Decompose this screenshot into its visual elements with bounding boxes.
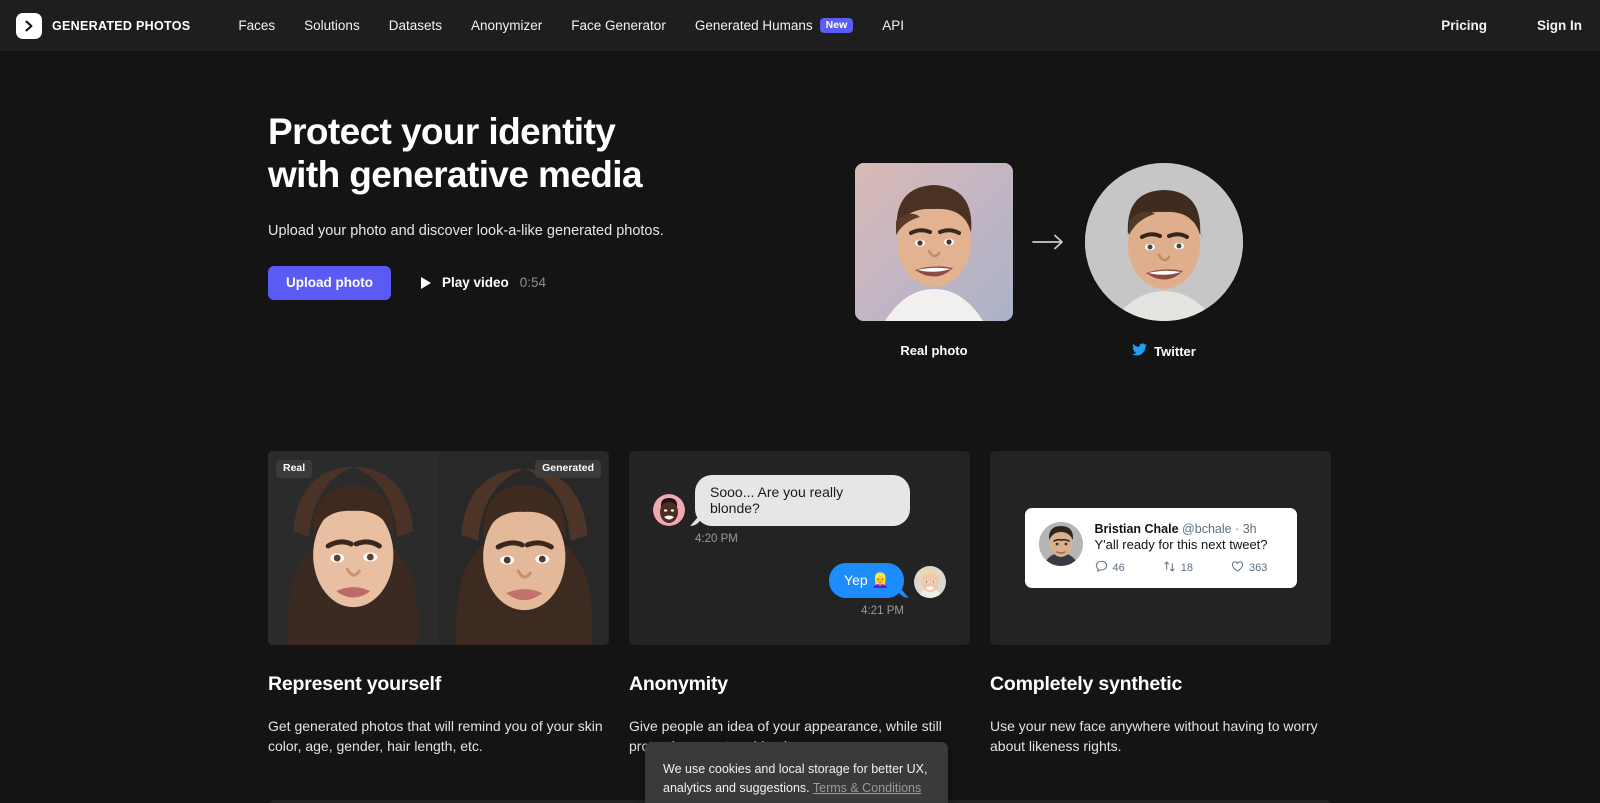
tweet-avatar (1038, 522, 1083, 566)
page-body: Protect your identity with generative me… (0, 51, 1600, 803)
video-duration: 0:54 (519, 275, 547, 291)
tweet-separator: · (1235, 522, 1240, 536)
tweet-like-count: 363 (1249, 562, 1268, 574)
nav-item-generated-humans[interactable]: Generated Humans New (694, 17, 854, 34)
chat-bubble-outgoing: Yep 👱‍♀️ (829, 563, 904, 599)
terms-and-conditions-link[interactable]: Terms & Conditions (813, 781, 921, 795)
chat-row-incoming: Sooo... Are you really blonde? (653, 475, 946, 527)
nav-item-api[interactable]: API (882, 18, 904, 33)
nav-item-datasets[interactable]: Datasets (389, 18, 442, 33)
play-video-button[interactable]: Play video 0:54 (420, 275, 547, 291)
tweet-retweet-action[interactable]: 18 (1163, 560, 1193, 576)
tweet-media: Bristian Chale @bchale · 3h Y'all ready … (990, 451, 1331, 645)
feature-card-represent-yourself: Real Generated Represent yourself Get ge… (268, 451, 609, 757)
heart-icon (1231, 560, 1244, 576)
chat-avatar-outgoing (914, 566, 946, 599)
tweet-text: Y'all ready for this next tweet? (1094, 537, 1268, 552)
feature-description: Use your new face anywhere without havin… (990, 718, 1318, 755)
feature-title: Anonymity (629, 673, 728, 695)
feature-card-completely-synthetic: Bristian Chale @bchale · 3h Y'all ready … (990, 451, 1331, 757)
tweet-card: Bristian Chale @bchale · 3h Y'all ready … (1024, 508, 1297, 588)
generated-photo-image (1085, 163, 1243, 321)
comment-icon (1095, 560, 1108, 576)
tweet-retweet-count: 18 (1180, 562, 1193, 574)
nav-item-anonymizer[interactable]: Anonymizer (471, 18, 542, 33)
chat-avatar-incoming (653, 494, 685, 527)
nav-item-label: Datasets (388, 18, 442, 33)
nav-item-label: Face Generator (571, 18, 666, 33)
brand-logo[interactable]: GENERATED PHOTOS (16, 12, 191, 39)
cookie-consent-banner: We use cookies and local storage for bet… (645, 742, 948, 803)
chat-media: Sooo... Are you really blonde? 4:20 PM Y… (629, 451, 970, 645)
generated-photo-group: Twitter (1085, 163, 1243, 359)
face-comparison-media: Real Generated (268, 451, 609, 645)
nav-right-group: Pricing Sign In (1441, 18, 1582, 33)
chat-timestamp-incoming: 4:20 PM (695, 533, 738, 546)
play-video-label: Play video (441, 275, 509, 291)
new-badge: New (819, 17, 854, 34)
chevron-right-icon (16, 12, 42, 39)
nav-item-label: Generated Humans (694, 18, 813, 33)
nav-item-label: Solutions (304, 18, 360, 33)
tweet-actions: 46 18 363 (1095, 560, 1283, 576)
nav-item-label: Sign In (1537, 18, 1582, 33)
nav-item-label: Pricing (1441, 18, 1487, 33)
sign-in-link[interactable]: Sign In (1537, 18, 1582, 33)
chat-timestamp-outgoing: 4:21 PM (861, 605, 904, 618)
nav-item-pricing[interactable]: Pricing (1441, 18, 1487, 33)
real-photo-label: Real photo (900, 343, 968, 358)
real-face-image: Real (268, 451, 439, 645)
nav-item-faces[interactable]: Faces (238, 18, 275, 33)
real-photo-image (855, 163, 1013, 321)
generated-photo-label: Twitter (1154, 343, 1196, 359)
generated-photo-caption: Twitter (1132, 343, 1196, 359)
real-photo-group: Real photo (855, 163, 1013, 358)
nav-item-label: Faces (238, 18, 276, 33)
nav-item-label: Anonymizer (470, 18, 543, 33)
tweet-author-name: Bristian Chale (1094, 522, 1179, 536)
tweet-time: 3h (1242, 522, 1257, 536)
hero-preview: Real photo Twitter (855, 110, 1243, 359)
real-photo-caption: Real photo (900, 343, 967, 358)
tweet-header: Bristian Chale @bchale · 3h (1095, 522, 1283, 536)
arrow-right-icon (1013, 163, 1085, 321)
hero-actions: Upload photo Play video 0:54 (268, 265, 828, 300)
feature-title: Represent yourself (268, 673, 442, 695)
tweet-reply-count: 46 (1112, 562, 1125, 574)
cookie-message: We use cookies and local storage for bet… (663, 760, 930, 799)
page-title: Protect your identity with generative me… (268, 111, 643, 196)
hero-copy: Protect your identity with generative me… (268, 110, 828, 359)
brand-name: GENERATED PHOTOS (52, 18, 191, 33)
hero-section: Protect your identity with generative me… (0, 51, 1600, 359)
nav-item-label: API (882, 18, 904, 33)
nav-item-solutions[interactable]: Solutions (304, 18, 360, 33)
tweet-reply-action[interactable]: 46 (1095, 560, 1125, 576)
top-navbar: GENERATED PHOTOS Faces Solutions Dataset… (0, 0, 1600, 51)
feature-card-anonymity: Sooo... Are you really blonde? 4:20 PM Y… (629, 451, 970, 757)
retweet-icon (1163, 560, 1176, 576)
feature-description: Get generated photos that will remind yo… (268, 718, 603, 755)
twitter-bird-icon (1132, 343, 1148, 359)
upload-photo-button[interactable]: Upload photo (268, 265, 391, 300)
feature-cards: Real Generated Represent yourself Get ge… (268, 451, 1332, 757)
generated-badge: Generated (535, 460, 601, 478)
nav-links: Faces Solutions Datasets Anonymizer Face… (238, 17, 904, 34)
generated-face-image: Generated (438, 451, 609, 645)
real-badge: Real (276, 460, 313, 478)
chat-row-outgoing: Yep 👱‍♀️ (653, 563, 946, 599)
hero-subtitle: Upload your photo and discover look-a-li… (268, 222, 664, 239)
nav-item-face-generator[interactable]: Face Generator (571, 18, 666, 33)
chat-incoming-block: Sooo... Are you really blonde? 4:20 PM (653, 475, 946, 545)
chat-outgoing-block: Yep 👱‍♀️ (653, 563, 946, 617)
chat-bubble-incoming: Sooo... Are you really blonde? (695, 475, 910, 527)
play-icon (420, 276, 431, 289)
tweet-author-handle: @bchale (1182, 522, 1232, 536)
tweet-like-action[interactable]: 363 (1231, 560, 1267, 576)
feature-title: Completely synthetic (990, 673, 1183, 695)
